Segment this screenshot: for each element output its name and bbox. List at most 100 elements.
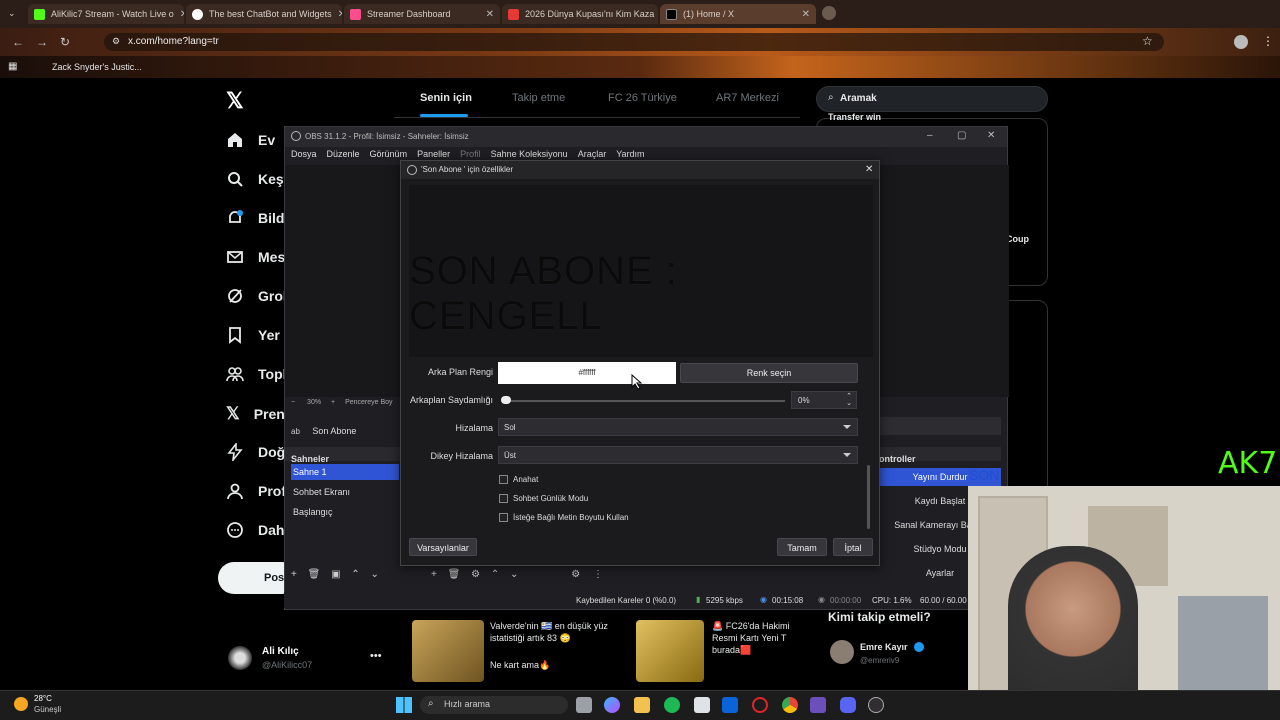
copilot-icon[interactable] bbox=[604, 697, 620, 713]
browser-tab[interactable]: The best ChatBot and Widgets ✕ bbox=[186, 4, 342, 24]
trend-title[interactable]: Transfer win bbox=[828, 112, 881, 122]
tab-for-you[interactable]: Senin için bbox=[420, 92, 472, 104]
nav-explore[interactable]: Keşf bbox=[226, 170, 288, 188]
source-settings-button[interactable]: ⚙ bbox=[471, 569, 480, 580]
nav-bookmarks[interactable]: Yer i bbox=[226, 326, 288, 344]
valign-select[interactable]: Üst bbox=[498, 446, 858, 464]
close-icon[interactable]: ✕ bbox=[654, 9, 658, 20]
close-icon[interactable]: ✕ bbox=[796, 9, 810, 20]
custom-size-checkbox[interactable]: İsteğe Bağlı Metin Boyutu Kullan bbox=[499, 513, 629, 522]
forward-button[interactable]: → bbox=[36, 35, 48, 49]
nav-premium[interactable]: 𝕏 Pren bbox=[226, 404, 285, 424]
browser-tab[interactable]: AliKilic7 Stream - Watch Live o ✕ bbox=[28, 4, 184, 24]
add-source-button[interactable]: + bbox=[431, 569, 437, 580]
new-tab-button[interactable] bbox=[822, 6, 836, 20]
follow-name[interactable]: Emre Kayır bbox=[860, 642, 908, 652]
nav-more[interactable]: Daha bbox=[226, 521, 292, 539]
nav-grok[interactable]: Grok bbox=[226, 287, 291, 305]
close-icon[interactable]: ✕ bbox=[174, 9, 184, 20]
scene-filter-button[interactable]: ▣ bbox=[331, 569, 340, 580]
source-down-button[interactable]: ⌄ bbox=[510, 569, 518, 580]
outlook-icon[interactable] bbox=[722, 697, 738, 713]
spotify-icon[interactable] bbox=[664, 697, 680, 713]
store-icon[interactable] bbox=[694, 697, 710, 713]
opacity-slider-track[interactable] bbox=[501, 400, 785, 402]
folder-icon[interactable] bbox=[634, 697, 650, 713]
remove-source-button[interactable]: 🗑 bbox=[448, 569, 461, 580]
close-icon[interactable]: ✕ bbox=[480, 9, 494, 20]
chatlog-checkbox[interactable]: Sohbet Günlük Modu bbox=[499, 494, 588, 503]
spin-down-icon[interactable]: ⌄ bbox=[846, 399, 852, 407]
zoom-out-button[interactable]: − bbox=[291, 399, 295, 406]
checkbox-box[interactable] bbox=[499, 513, 508, 522]
scene-item[interactable]: Başlangıç bbox=[291, 504, 399, 520]
remove-scene-button[interactable]: 🗑 bbox=[308, 569, 321, 580]
feed-card-image[interactable] bbox=[636, 620, 704, 682]
scene-item[interactable]: Sahne 1 bbox=[291, 464, 399, 480]
tab-following[interactable]: Takip etme bbox=[512, 92, 565, 104]
discord-icon[interactable] bbox=[840, 697, 856, 713]
checkbox-box[interactable] bbox=[499, 475, 508, 484]
bookmark-star-icon[interactable]: ☆ bbox=[1142, 34, 1153, 48]
bg-color-swatch[interactable]: #ffffff bbox=[498, 362, 676, 384]
outline-checkbox[interactable]: Anahat bbox=[499, 475, 538, 484]
trend-coup[interactable]: Coup bbox=[1006, 234, 1029, 244]
app-icon[interactable] bbox=[810, 697, 826, 713]
tab-search-icon[interactable]: ⌄ bbox=[8, 8, 16, 19]
cancel-button[interactable]: İptal bbox=[833, 538, 873, 556]
tab-fc26[interactable]: FC 26 Türkiye bbox=[608, 92, 677, 104]
zoom-in-button[interactable]: + bbox=[331, 399, 335, 406]
opacity-slider-handle[interactable] bbox=[501, 396, 511, 404]
scene-down-button[interactable]: ⌄ bbox=[371, 569, 379, 580]
back-button[interactable]: ← bbox=[12, 35, 24, 49]
align-select[interactable]: Sol bbox=[498, 418, 858, 436]
close-icon[interactable]: ✕ bbox=[332, 9, 342, 20]
weather-icon[interactable] bbox=[14, 697, 28, 711]
nav-profile[interactable]: Prof bbox=[226, 482, 286, 500]
chrome-icon[interactable] bbox=[782, 697, 798, 713]
mixer-menu-button[interactable]: ⋮ bbox=[593, 569, 603, 580]
menu-file[interactable]: Dosya bbox=[291, 149, 317, 163]
browser-tab[interactable]: 2026 Dünya Kupası'nı Kim Kaza✕ bbox=[502, 4, 658, 24]
nav-communities[interactable]: Topl bbox=[226, 365, 287, 383]
bookmark-item[interactable]: Zack Snyder's Justic... bbox=[52, 62, 142, 72]
scene-item[interactable]: Sohbet Ekranı bbox=[291, 484, 399, 500]
windows-start-icon[interactable] bbox=[396, 697, 412, 713]
add-scene-button[interactable]: + bbox=[291, 569, 297, 580]
browser-tab-active[interactable]: (1) Home / X ✕ bbox=[660, 4, 816, 24]
taskbar-search[interactable]: Hızlı arama bbox=[420, 696, 568, 714]
account-avatar[interactable] bbox=[228, 646, 252, 670]
defaults-button[interactable]: Varsayılanlar bbox=[409, 538, 477, 556]
nav-notifications[interactable]: Bildi bbox=[226, 209, 288, 227]
apps-icon[interactable]: ▦ bbox=[8, 61, 17, 72]
pick-color-button[interactable]: Renk seçin bbox=[680, 363, 858, 383]
scene-up-button[interactable]: ⌃ bbox=[351, 569, 359, 580]
site-info-icon[interactable]: ⚙ bbox=[112, 36, 120, 47]
close-icon[interactable]: ✕ bbox=[865, 164, 873, 175]
zoom-fit-label[interactable]: Pencereye Boy bbox=[345, 399, 392, 406]
mixer-settings-button[interactable]: ⚙ bbox=[571, 569, 580, 580]
checkbox-box[interactable] bbox=[499, 494, 508, 503]
obs-icon[interactable] bbox=[868, 697, 884, 713]
maximize-icon[interactable]: ▢ bbox=[957, 130, 966, 141]
reload-button[interactable]: ↻ bbox=[60, 35, 70, 49]
x-logo-icon[interactable]: 𝕏 bbox=[226, 88, 244, 114]
tab-ar7[interactable]: AR7 Merkezi bbox=[716, 92, 779, 104]
dialog-scrollbar[interactable] bbox=[867, 465, 870, 529]
menu-edit[interactable]: Düzenle bbox=[327, 149, 360, 163]
opacity-spinbox[interactable]: 0% ⌃ ⌄ bbox=[791, 391, 857, 409]
account-menu-icon[interactable]: ••• bbox=[370, 650, 382, 662]
nav-verified-orgs[interactable]: Doğ bbox=[226, 443, 285, 461]
feed-card-image[interactable] bbox=[412, 620, 484, 682]
address-input[interactable]: x.com/home?lang=tr bbox=[104, 33, 1164, 51]
profile-avatar[interactable] bbox=[1234, 35, 1248, 49]
close-icon[interactable]: ✕ bbox=[987, 130, 995, 141]
explorer-icon[interactable] bbox=[576, 697, 592, 713]
minimize-icon[interactable]: – bbox=[927, 130, 933, 141]
nav-messages[interactable]: Mes bbox=[226, 248, 285, 266]
source-up-button[interactable]: ⌃ bbox=[491, 569, 499, 580]
opera-icon[interactable] bbox=[752, 697, 768, 713]
nav-home[interactable]: Ev bbox=[226, 131, 275, 149]
ok-button[interactable]: Tamam bbox=[777, 538, 827, 556]
menu-icon[interactable]: ⋮ bbox=[1262, 34, 1274, 48]
